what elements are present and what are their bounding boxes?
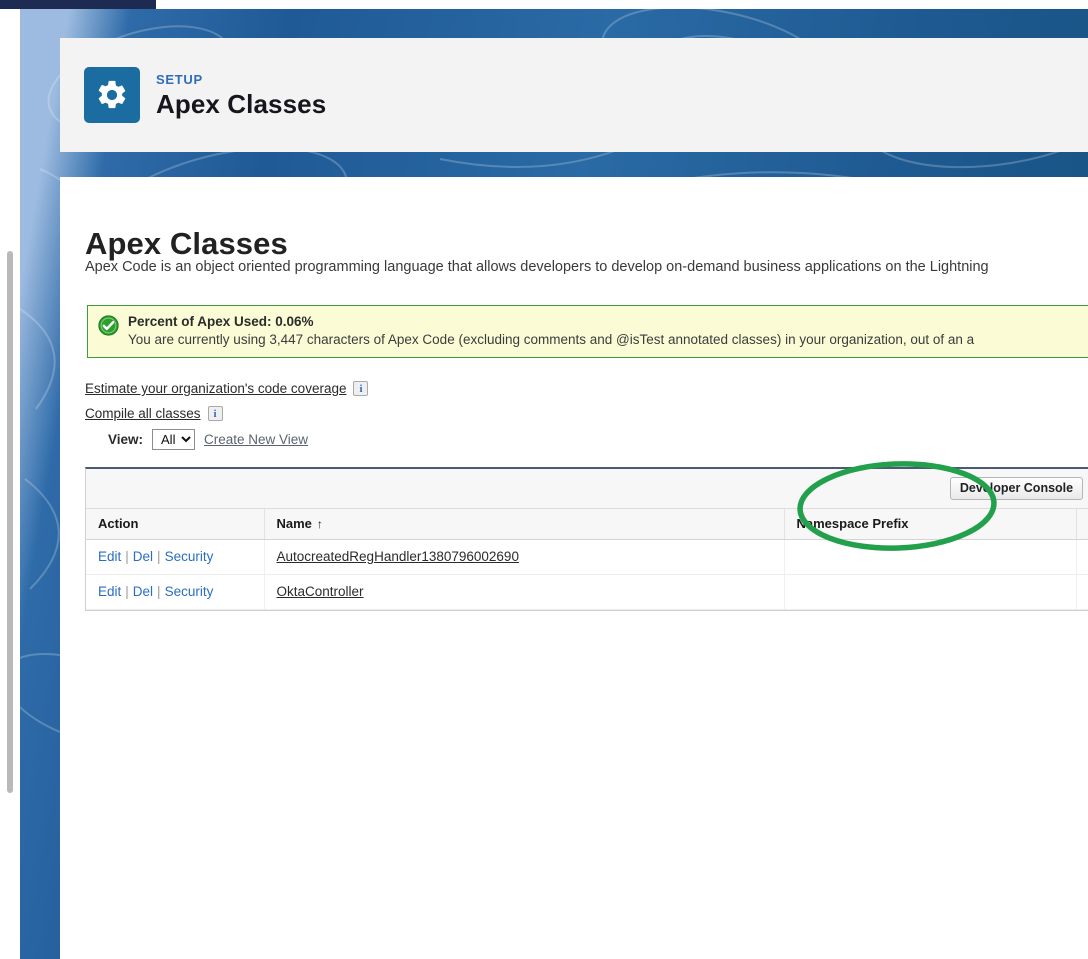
row-actions: Edit | Del | Security [86,574,265,610]
api-version-cell: 49.0 [1076,574,1088,610]
namespace-prefix-cell [784,539,1077,575]
column-header-name[interactable]: Name ↑ [264,509,785,540]
page-scrollbar-thumb[interactable] [7,251,13,793]
edit-link[interactable]: Edit [98,584,121,599]
page-title: Apex Classes [85,225,288,261]
view-label: View: [108,432,144,447]
setup-header-card: SETUP Apex Classes [60,38,1088,152]
estimate-coverage-row: Estimate your organization's code covera… [85,381,369,396]
class-name-cell: AutocreatedRegHandler1380796002690 [264,539,785,575]
gear-icon [84,67,140,123]
app-background: SETUP Apex Classes Apex Classes Apex Cod… [20,9,1088,959]
sort-ascending-icon: ↑ [316,517,323,531]
estimate-code-coverage-link[interactable]: Estimate your organization's code covera… [85,381,346,396]
security-link[interactable]: Security [165,584,214,599]
compile-all-classes-link[interactable]: Compile all classes [85,406,201,421]
view-select[interactable]: All [152,429,196,450]
view-filter-row: View: All Create New View [108,429,308,450]
namespace-prefix-cell [784,574,1077,610]
setup-eyebrow: SETUP [156,72,203,87]
table-row: Edit | Del | Security OktaController 49.0 [86,574,1088,610]
row-actions: Edit | Del | Security [86,539,265,575]
class-name-link[interactable]: OktaController [277,584,364,599]
developer-console-button[interactable]: Developer Console [949,477,1084,500]
api-version-cell: 49.0 [1076,539,1088,575]
setup-page-title: Apex Classes [156,89,327,119]
edit-link[interactable]: Edit [98,549,121,564]
action-separator: | [125,549,129,564]
success-check-icon [98,315,119,341]
apex-class-list: Developer Console New Generate Action Na… [85,467,1088,611]
table-header-row: Action Name↑ Namespace Prefix Api Versio… [86,509,1088,540]
table-row: Edit | Del | Security AutocreatedRegHandler1… [86,539,1088,575]
list-button-bar: Developer Console New Generate [86,469,1088,509]
action-separator: | [157,584,161,599]
apex-class-table: Action Name↑ Namespace Prefix Api Versio… [86,509,1088,610]
info-icon[interactable]: i [207,406,223,421]
create-new-view-link[interactable]: Create New View [204,432,308,447]
column-header-api-version[interactable]: Api Version [1076,509,1088,540]
page-description: Apex Code is an object oriented programm… [85,259,989,275]
content-panel: Apex Classes Apex Code is an object orie… [60,177,1088,959]
action-separator: | [125,584,129,599]
delete-link[interactable]: Del [133,584,153,599]
banner-body: You are currently using 3,447 characters… [128,332,975,348]
action-separator: | [157,549,161,564]
apex-usage-banner: Percent of Apex Used: 0.06% You are curr… [87,305,1088,359]
info-icon[interactable]: i [353,381,369,396]
column-header-action[interactable]: Action [86,509,265,540]
page-scrollbar[interactable] [0,9,20,959]
compile-all-classes-row: Compile all classes i [85,406,223,421]
banner-heading: Percent of Apex Used: 0.06% [128,314,314,329]
class-name-link[interactable]: AutocreatedRegHandler1380796002690 [277,549,519,564]
security-link[interactable]: Security [165,549,214,564]
browser-tab-strip [0,0,156,9]
column-header-namespace-prefix[interactable]: Namespace Prefix [784,509,1077,540]
delete-link[interactable]: Del [133,549,153,564]
class-name-cell: OktaController [264,574,785,610]
